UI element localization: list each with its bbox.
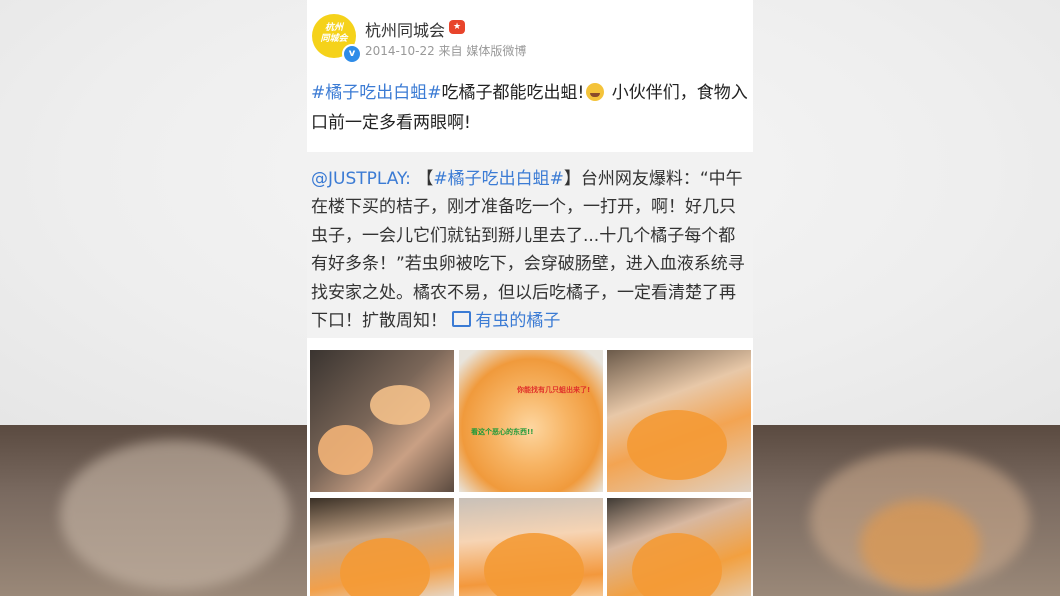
orange-shape [484, 533, 584, 596]
video-link-icon [452, 311, 472, 328]
orange-shape [340, 538, 430, 596]
repost-text-part: 【 [410, 169, 434, 189]
vip-medal-icon[interactable]: ★ [449, 20, 465, 34]
background-blur-blob [860, 500, 980, 590]
post-photo[interactable] [607, 350, 751, 492]
repost-text: @JUSTPLAY: 【#橘子吃出白蛆#】台州网友爆料：“中午在楼下买的桔子，刚… [311, 165, 751, 335]
hashtag-link[interactable]: #橘子吃出白蛆# [433, 169, 564, 189]
orange-shape [632, 533, 722, 596]
post-photo[interactable] [607, 498, 751, 596]
video-link-label: 有虫的橘子 [475, 311, 561, 332]
hashtag-link[interactable]: #橘子吃出白蛆# [311, 83, 442, 103]
orange-shape [318, 425, 373, 475]
post-photo[interactable] [310, 350, 454, 492]
weibo-post-card: 杭州 同城会 v 杭州同城会 ★ 2014-10-22 来自 媒体版微博 #橘子… [307, 0, 753, 596]
repost-body: 】台州网友爆料：“中午在楼下买的桔子，刚才准备吃一个，一打开，啊！好几只虫子，一… [311, 169, 745, 332]
orange-shape [627, 410, 727, 480]
background-blur-blob [60, 440, 290, 590]
repost-quote-block: @JUSTPLAY: 【#橘子吃出白蛆#】台州网友爆料：“中午在楼下买的桔子，刚… [307, 152, 753, 338]
post-meta: 2014-10-22 来自 媒体版微博 [365, 44, 527, 58]
mention-link[interactable]: @JUSTPLAY: [311, 169, 411, 189]
author-name[interactable]: 杭州同城会 [365, 17, 445, 41]
photo-annotation: 你能找有几只蛆出来了! [517, 386, 591, 394]
post-photo[interactable] [310, 498, 454, 596]
verified-badge-icon: v [342, 44, 362, 64]
post-photo[interactable] [459, 498, 603, 596]
post-photo[interactable]: 你能找有几只蛆出来了! 看这个恶心的东西!! [459, 350, 603, 492]
post-text-part: 吃橘子都能吃出蛆! [441, 83, 585, 103]
orange-shape [370, 385, 430, 425]
video-link[interactable]: 有虫的橘子 [452, 311, 560, 331]
avatar-logo-text: 杭州 同城会 [320, 23, 348, 44]
photo-annotation: 看这个恶心的东西!! [471, 428, 534, 436]
post-header: 杭州 同城会 v 杭州同城会 ★ 2014-10-22 来自 媒体版微博 [307, 14, 753, 64]
crying-laughing-emoji-icon [586, 83, 605, 101]
post-text: #橘子吃出白蛆#吃橘子都能吃出蛆! 小伙伴们，食物入口前一定多看两眼啊! [311, 78, 753, 138]
